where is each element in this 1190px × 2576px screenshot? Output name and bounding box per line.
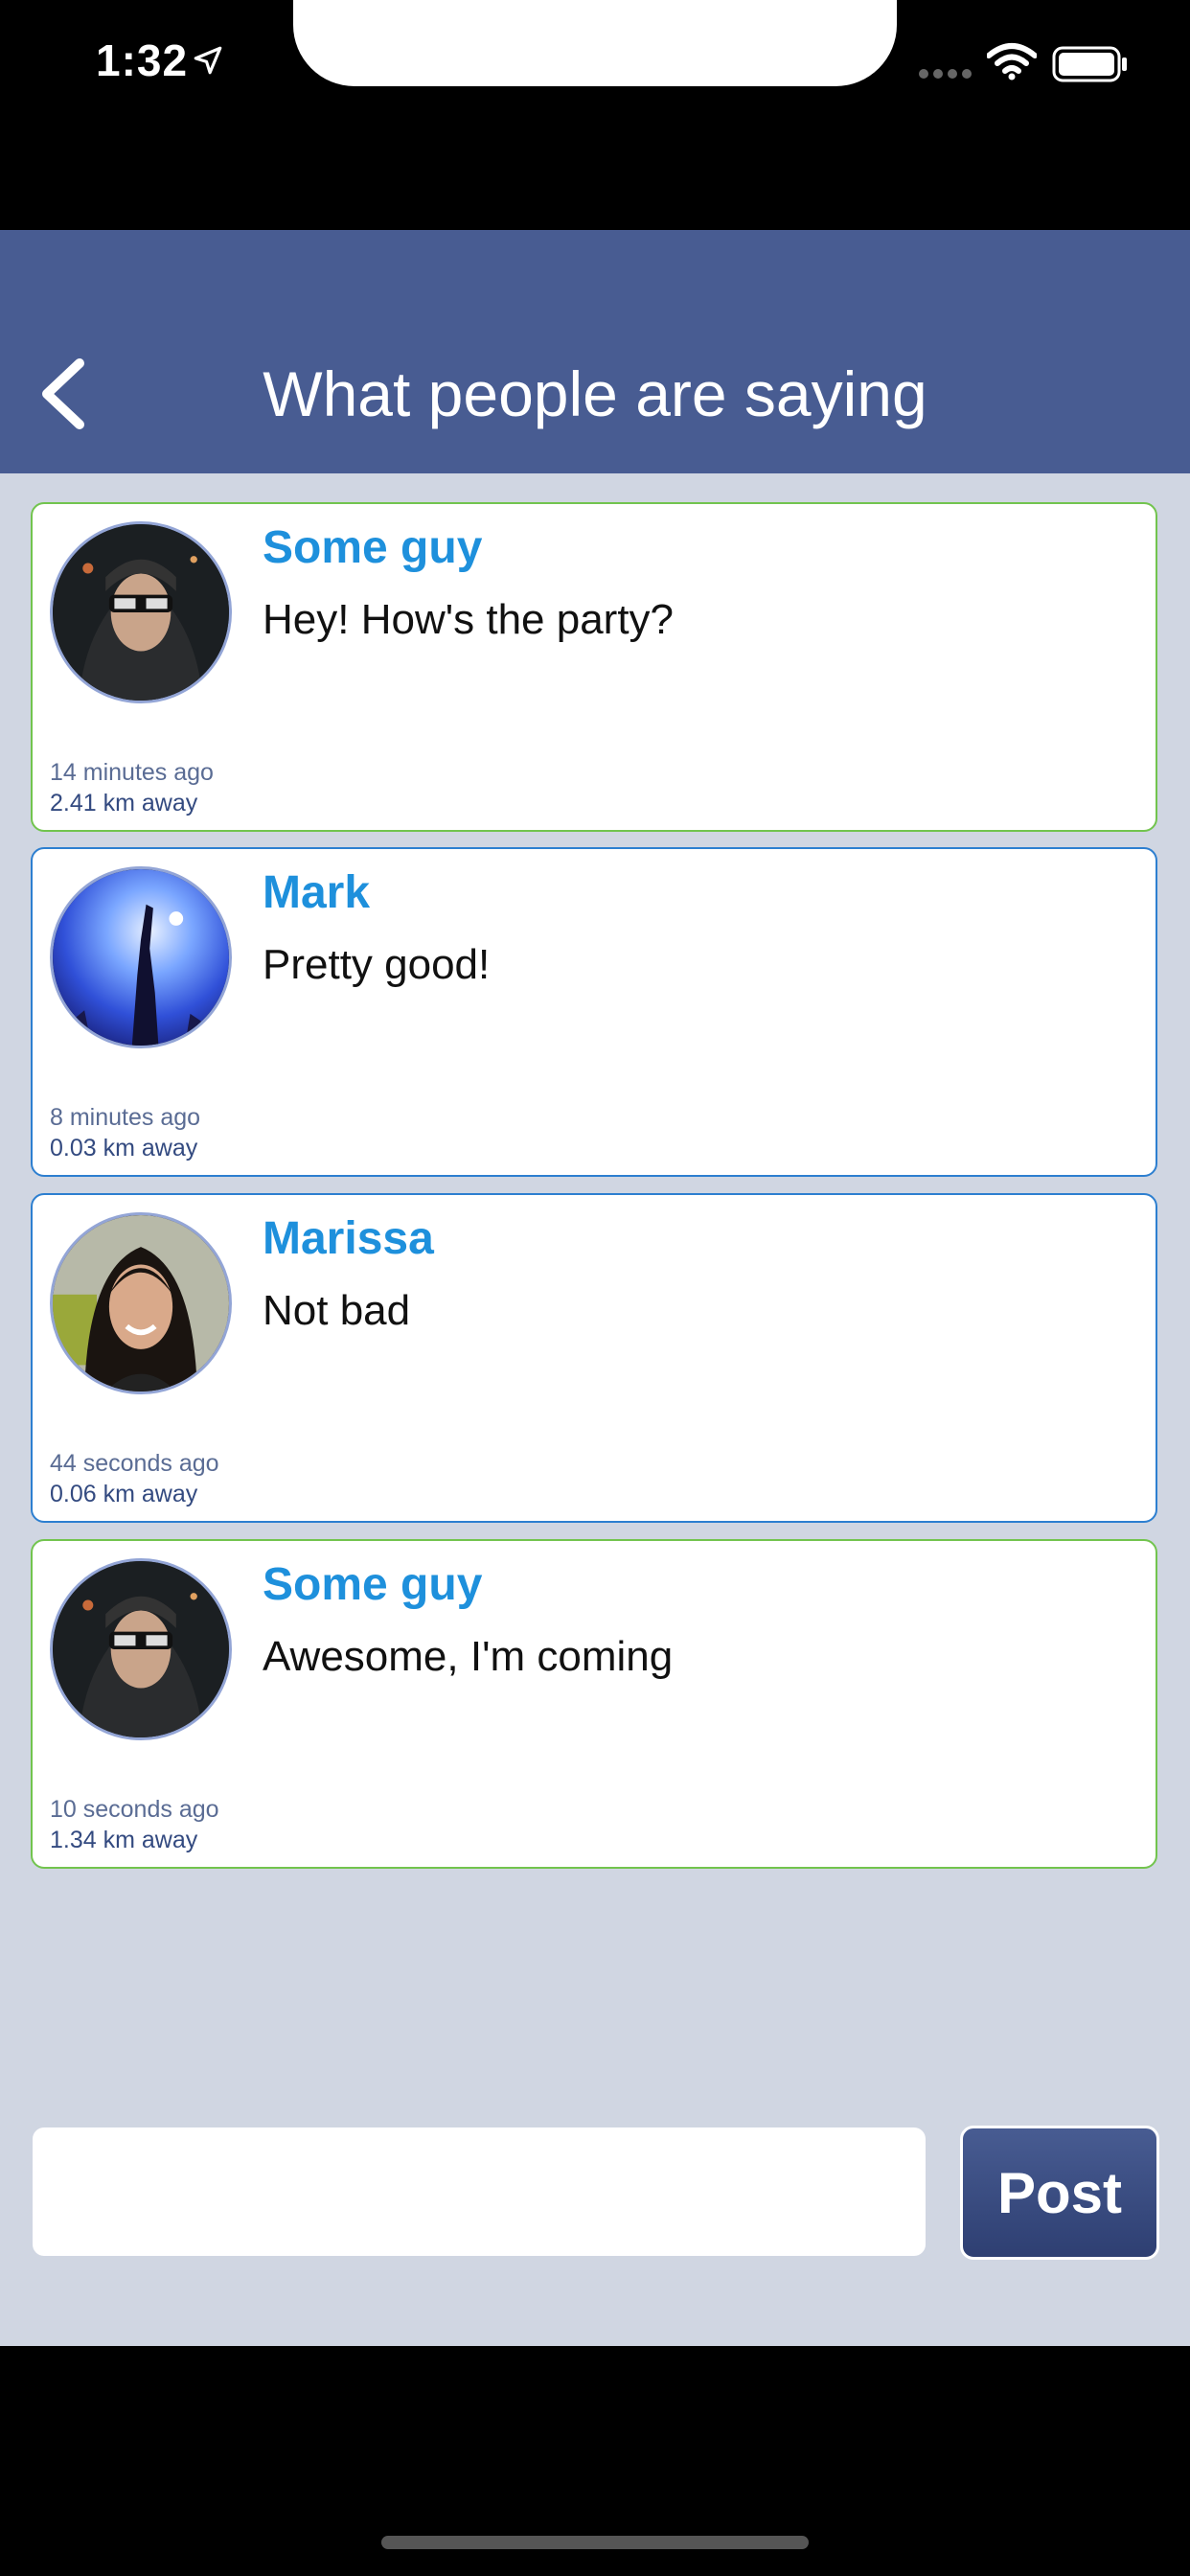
avatar	[50, 1558, 232, 1740]
battery-icon	[1052, 46, 1129, 87]
signal-icon	[918, 67, 975, 85]
home-indicator[interactable]	[381, 2536, 809, 2549]
navigation-bar: What people are saying	[0, 230, 1190, 473]
message-distance: 0.06 km away	[50, 1481, 198, 1507]
page-title: What people are saying	[263, 358, 927, 429]
message-distance: 0.03 km away	[50, 1135, 198, 1162]
message-text: Hey! How's the party?	[263, 596, 675, 643]
message-text: Not bad	[263, 1287, 411, 1334]
author-name: Some guy	[263, 1559, 483, 1610]
message-input[interactable]	[33, 2128, 926, 2256]
message-card[interactable]: Some guy Awesome, I'm coming 10 seconds …	[31, 1539, 1157, 1869]
wifi-icon	[986, 42, 1038, 85]
author-name: Some guy	[263, 522, 483, 573]
phone-screen: 1:32 What people are saying Some guy Hey…	[0, 0, 1190, 2576]
avatar	[50, 521, 232, 703]
message-card[interactable]: Marissa Not bad 44 seconds ago 0.06 km a…	[31, 1193, 1157, 1523]
message-time: 44 seconds ago	[50, 1450, 219, 1477]
message-time: 10 seconds ago	[50, 1796, 219, 1823]
author-name: Mark	[263, 867, 371, 918]
message-time: 14 minutes ago	[50, 759, 214, 786]
status-time: 1:32	[96, 35, 189, 85]
app-screen: What people are saying Some guy Hey! How…	[0, 230, 1190, 2346]
location-arrow-icon	[192, 44, 224, 81]
message-text: Pretty good!	[263, 941, 491, 988]
message-text: Awesome, I'm coming	[263, 1633, 674, 1680]
message-time: 8 minutes ago	[50, 1104, 201, 1131]
author-name: Marissa	[263, 1213, 434, 1264]
message-distance: 1.34 km away	[50, 1827, 198, 1853]
message-card[interactable]: Mark Pretty good! 8 minutes ago 0.03 km …	[31, 847, 1157, 1177]
avatar	[50, 866, 232, 1048]
message-distance: 2.41 km away	[50, 790, 198, 816]
post-button[interactable]: Post	[960, 2126, 1159, 2260]
notch	[293, 0, 897, 86]
message-card[interactable]: Some guy Hey! How's the party? 14 minute…	[31, 502, 1157, 832]
avatar	[50, 1212, 232, 1394]
